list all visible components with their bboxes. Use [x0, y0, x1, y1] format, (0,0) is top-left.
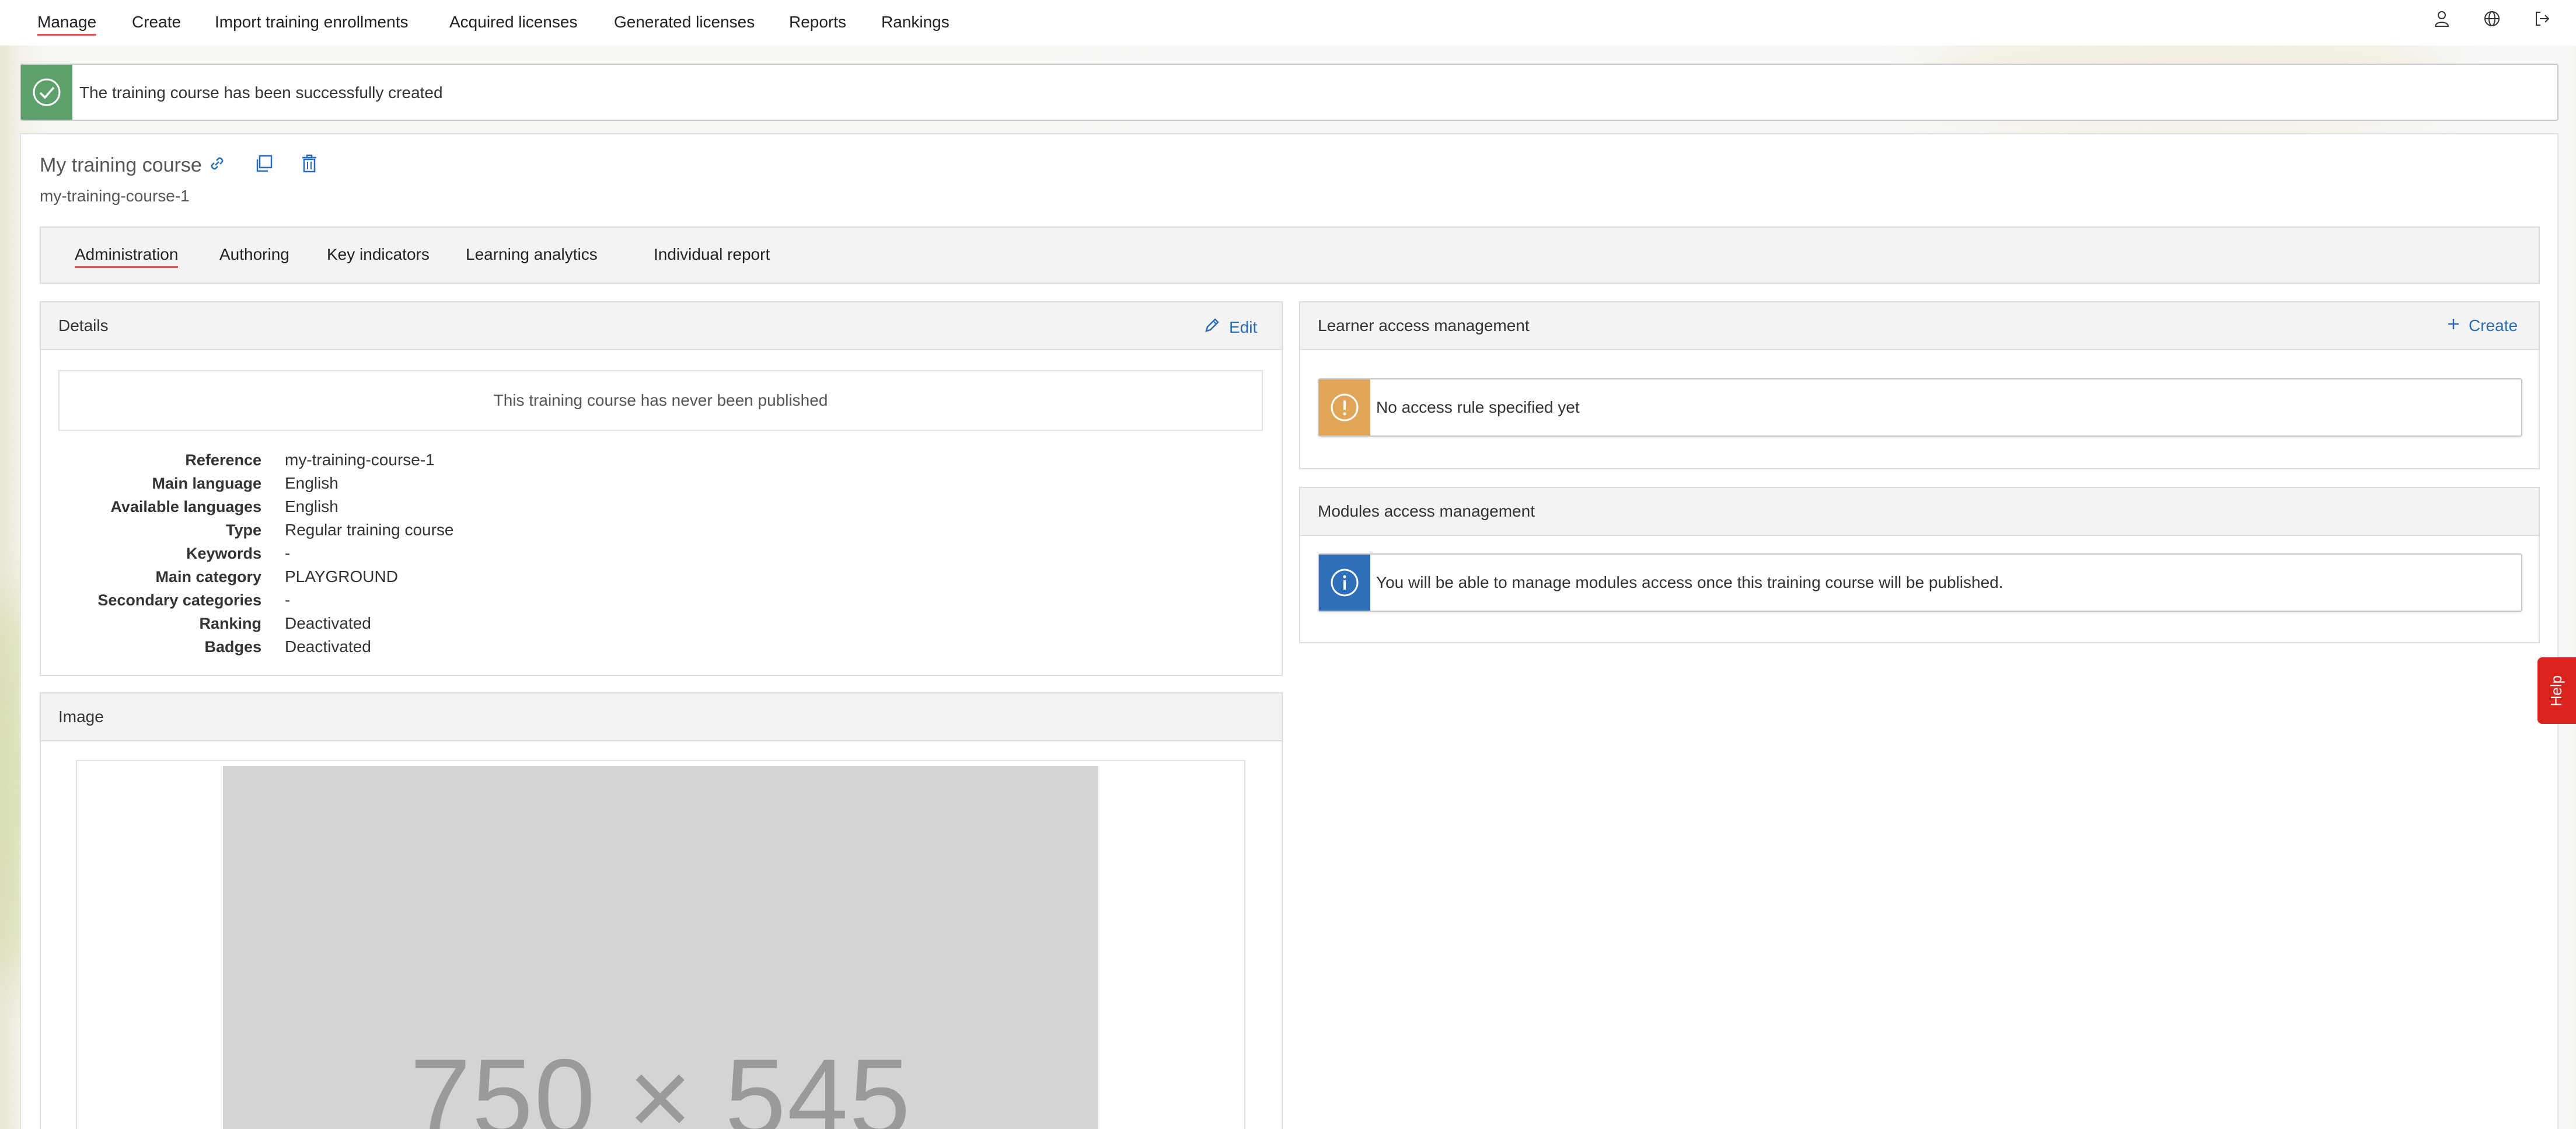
tab-authoring[interactable]: Authoring [219, 245, 289, 264]
detail-row: Main language English [152, 474, 338, 492]
link-icon[interactable] [205, 152, 229, 175]
info-message: You will be able to manage modules acces… [1318, 553, 2522, 612]
create-access-rule-button[interactable]: Create [2446, 316, 2518, 335]
pencil-icon [1203, 316, 1221, 338]
placeholder-dimensions: 750 × 545 [410, 1036, 912, 1129]
globe-icon[interactable] [2481, 8, 2502, 29]
edit-button[interactable]: Edit [1203, 316, 1257, 338]
image-frame: 750 × 545 [76, 760, 1245, 1129]
image-placeholder: 750 × 545 [223, 766, 1098, 1129]
check-circle-icon [21, 65, 72, 120]
modules-access-panel: Modules access management You will be ab… [1299, 487, 2540, 643]
learner-access-panel: Learner access management Create No acce… [1299, 301, 2540, 469]
detail-row: Ranking Deactivated [199, 614, 371, 632]
nav-import-training-enrollments[interactable]: Import training enrollments [215, 13, 408, 32]
details-title: Details [58, 316, 109, 334]
nav-acquired-licenses[interactable]: Acquired licenses [449, 13, 577, 32]
detail-row: Keywords - [186, 544, 291, 562]
details-panel: Details Edit This training course has ne… [40, 301, 1283, 676]
tab-key-indicators[interactable]: Key indicators [327, 245, 430, 264]
course-slug: my-training-course-1 [40, 187, 190, 205]
detail-row: Secondary categories - [97, 591, 291, 609]
warning-icon [1319, 379, 1370, 435]
nav-reports[interactable]: Reports [789, 13, 846, 32]
learner-access-title: Learner access management [1318, 316, 1530, 334]
success-alert: The training course has been successfull… [20, 64, 2558, 121]
page-title: My training course [40, 154, 202, 176]
detail-row: Reference my-training-course-1 [185, 451, 435, 469]
detail-row: Available languages English [110, 497, 338, 515]
nav-rankings[interactable]: Rankings [881, 13, 950, 32]
detail-row: Type Regular training course [225, 521, 454, 539]
top-navigation: Manage Create Import training enrollment… [0, 0, 2576, 46]
tab-learning-analytics[interactable]: Learning analytics [466, 245, 598, 264]
nav-create[interactable]: Create [132, 13, 181, 32]
help-label: Help [2547, 675, 2565, 706]
nav-generated-licenses[interactable]: Generated licenses [614, 13, 755, 32]
image-panel: Image 750 × 545 [40, 692, 1283, 1129]
nav-manage[interactable]: Manage [37, 13, 97, 36]
detail-row: Main category PLAYGROUND [155, 567, 398, 586]
create-label: Create [2469, 316, 2518, 334]
tab-individual-report[interactable]: Individual report [654, 245, 770, 264]
duplicate-icon[interactable] [252, 152, 275, 175]
info-text: You will be able to manage modules acces… [1376, 573, 2003, 591]
course-container: My training course my-training-course-1 … [20, 133, 2558, 1129]
modules-access-title: Modules access management [1318, 502, 1535, 520]
warning-text: No access rule specified yet [1376, 398, 1580, 416]
trash-icon[interactable] [298, 152, 321, 175]
user-icon[interactable] [2431, 8, 2452, 29]
plus-icon [2446, 316, 2460, 335]
tab-administration[interactable]: Administration [75, 245, 179, 268]
alert-message: The training course has been successfull… [79, 83, 443, 102]
warning-message: No access rule specified yet [1318, 378, 2522, 437]
info-icon [1319, 555, 1370, 611]
course-tabs: Administration Authoring Key indicators … [40, 227, 2540, 284]
help-button[interactable]: Help [2537, 657, 2576, 724]
detail-row: Badges Deactivated [204, 637, 371, 656]
not-published-notice: This training course has never been publ… [58, 370, 1263, 431]
edit-label: Edit [1229, 318, 1258, 336]
details-list: Reference my-training-course-1 Main langu… [58, 448, 1109, 658]
logout-icon[interactable] [2532, 8, 2553, 29]
image-title: Image [58, 708, 104, 726]
